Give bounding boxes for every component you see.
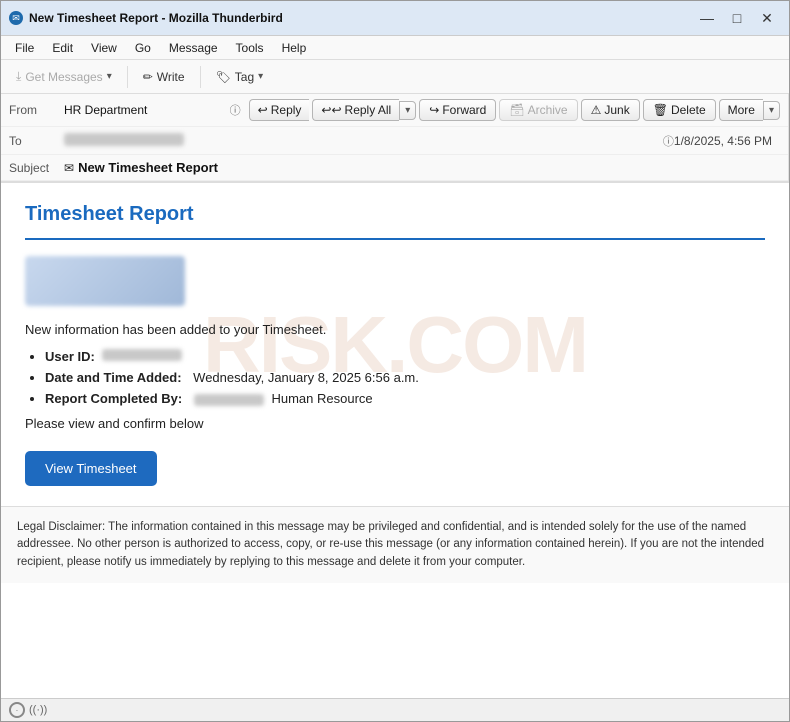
junk-label: Junk — [604, 103, 629, 117]
user-id-blurred — [102, 349, 182, 361]
to-blurred — [64, 133, 184, 146]
write-button[interactable]: ✏ Write — [134, 66, 194, 88]
menu-bar: File Edit View Go Message Tools Help — [1, 36, 789, 60]
disclaimer: Legal Disclaimer: The information contai… — [1, 506, 789, 583]
to-label: To — [9, 134, 64, 148]
view-timesheet-button[interactable]: View Timesheet — [25, 451, 157, 486]
reply-all-dropdown[interactable]: ▾ — [399, 101, 416, 120]
from-label: From — [9, 103, 64, 117]
main-window: ✉ New Timesheet Report - Mozilla Thunder… — [0, 0, 790, 722]
menu-message[interactable]: Message — [161, 39, 226, 57]
reply-all-button[interactable]: ↩↩ Reply All — [312, 99, 399, 121]
window-title: New Timesheet Report - Mozilla Thunderbi… — [29, 11, 687, 25]
header-fields: From HR Department ⓘ ↩ Reply ↩↩ Reply Al… — [1, 94, 789, 181]
toolbar-separator-2 — [200, 66, 201, 88]
subject-label: Subject — [9, 161, 64, 175]
delete-icon: 🗑 — [653, 103, 668, 117]
more-label: More — [728, 103, 755, 117]
datetime-value: Wednesday, January 8, 2025 6:56 a.m. — [193, 370, 419, 385]
title-bar: ✉ New Timesheet Report - Mozilla Thunder… — [1, 1, 789, 36]
datetime-item: Date and Time Added: Wednesday, January … — [45, 370, 765, 385]
app-icon: ✉ — [9, 11, 23, 25]
more-dropdown[interactable]: ▾ — [763, 101, 780, 120]
email-inner: Timesheet Report New information has bee… — [25, 203, 765, 486]
archive-button[interactable]: 🗃 Archive — [499, 99, 577, 121]
get-messages-dropdown-icon[interactable]: ▾ — [107, 71, 112, 82]
menu-help[interactable]: Help — [274, 39, 315, 57]
company-logo — [25, 256, 185, 306]
from-value: HR Department — [64, 103, 226, 117]
report-by-label: Report Completed By: — [45, 391, 182, 406]
report-by-blurred — [194, 394, 264, 406]
tag-icon: 🏷 — [216, 70, 231, 84]
message-header-area: From HR Department ⓘ ↩ Reply ↩↩ Reply Al… — [1, 94, 789, 183]
reply-all-split: ↩↩ Reply All ▾ — [312, 99, 416, 121]
subject-row: Subject ✉ New Timesheet Report — [1, 155, 788, 181]
menu-tools[interactable]: Tools — [228, 39, 272, 57]
more-split: More ▾ — [719, 99, 780, 121]
junk-icon: ⚠ — [591, 103, 602, 117]
forward-button[interactable]: ↪ Forward — [419, 99, 496, 121]
window-controls: — □ ✕ — [693, 7, 781, 29]
tag-button[interactable]: 🏷 Tag ▾ — [207, 66, 273, 88]
get-messages-label: Get Messages — [25, 70, 102, 84]
reply-button[interactable]: ↩ Reply — [249, 99, 310, 121]
subject-value: New Timesheet Report — [78, 160, 218, 175]
reply-all-label: Reply All — [345, 103, 392, 117]
main-toolbar: ⤓ Get Messages ▾ ✏ Write 🏷 Tag ▾ — [1, 60, 789, 94]
email-body: RISK.COM Timesheet Report New informatio… — [1, 183, 789, 698]
reply-label: Reply — [271, 103, 302, 117]
tag-dropdown-icon[interactable]: ▾ — [258, 71, 263, 82]
get-messages-button[interactable]: ⤓ Get Messages ▾ — [7, 65, 121, 88]
email-details-list: User ID: Date and Time Added: Wednesday,… — [45, 349, 765, 406]
menu-go[interactable]: Go — [127, 39, 159, 57]
menu-file[interactable]: File — [7, 39, 42, 57]
from-info-icon[interactable]: ⓘ — [230, 102, 241, 118]
from-row: From HR Department ⓘ ↩ Reply ↩↩ Reply Al… — [1, 94, 788, 127]
minimize-button[interactable]: — — [693, 7, 721, 29]
menu-edit[interactable]: Edit — [44, 39, 81, 57]
user-id-label: User ID: — [45, 349, 95, 364]
delete-button[interactable]: 🗑 Delete — [643, 99, 716, 121]
close-button[interactable]: ✕ — [753, 7, 781, 29]
report-by-value: Human Resource — [271, 391, 372, 406]
reply-all-icon: ↩↩ — [321, 103, 341, 117]
delete-label: Delete — [671, 103, 706, 117]
forward-label: Forward — [442, 103, 486, 117]
status-icon-symbol: · — [16, 706, 19, 715]
reply-icon: ↩ — [258, 103, 268, 117]
junk-button[interactable]: ⚠ Junk — [581, 99, 640, 121]
status-label: ((·)) — [29, 704, 47, 716]
write-icon: ✏ — [143, 70, 153, 84]
report-by-item: Report Completed By: Human Resource — [45, 391, 765, 406]
forward-icon: ↪ — [429, 103, 439, 117]
maximize-button[interactable]: □ — [723, 7, 751, 29]
header-with-actions: From HR Department ⓘ ↩ Reply ↩↩ Reply Al… — [1, 94, 789, 181]
to-info-icon[interactable]: ⓘ — [663, 133, 674, 149]
more-button[interactable]: More — [719, 99, 763, 121]
tag-label: Tag — [235, 70, 254, 84]
logo-area — [25, 256, 765, 306]
get-messages-icon: ⤓ — [16, 69, 21, 84]
email-icon: ✉ — [64, 161, 74, 175]
datetime-label: Date and Time Added: — [45, 370, 182, 385]
view-prompt: Please view and confirm below — [25, 416, 765, 431]
intro-text: New information has been added to your T… — [25, 322, 765, 337]
archive-label: Archive — [528, 103, 568, 117]
status-icon: · — [9, 702, 25, 718]
to-value — [64, 133, 659, 149]
user-id-item: User ID: — [45, 349, 765, 364]
archive-icon: 🗃 — [509, 103, 524, 117]
email-date: 1/8/2025, 4:56 PM — [674, 134, 780, 148]
email-content: RISK.COM Timesheet Report New informatio… — [1, 183, 789, 506]
toolbar-separator-1 — [127, 66, 128, 88]
status-bar: · ((·)) — [1, 698, 789, 721]
email-title: Timesheet Report — [25, 203, 765, 226]
write-label: Write — [157, 70, 185, 84]
email-divider — [25, 238, 765, 240]
menu-view[interactable]: View — [83, 39, 125, 57]
to-row: To ⓘ 1/8/2025, 4:56 PM — [1, 127, 788, 155]
disclaimer-text: Legal Disclaimer: The information contai… — [17, 521, 764, 568]
